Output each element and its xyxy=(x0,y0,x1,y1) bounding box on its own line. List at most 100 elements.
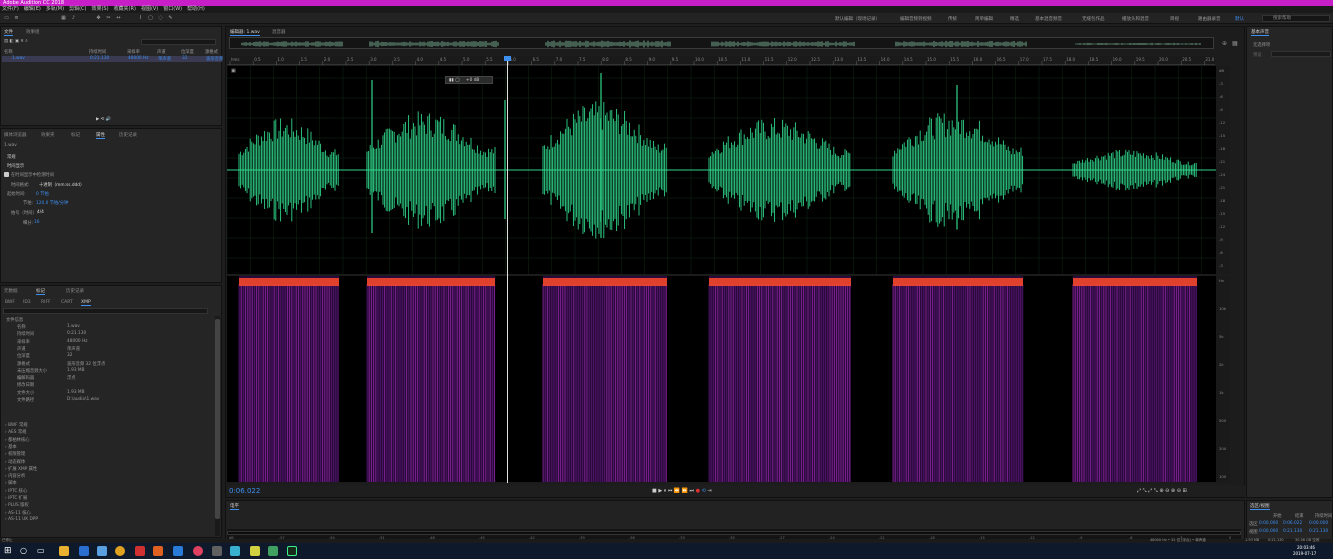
tempo-value[interactable]: 120.0 节拍/分钟 xyxy=(36,200,68,206)
metadata-group[interactable]: › IPTC 核心 xyxy=(5,488,27,494)
menu-effects[interactable]: 效果(S) xyxy=(91,6,108,13)
workspace-active[interactable]: 默认 xyxy=(1235,16,1244,22)
marquee-icon[interactable]: ▢ xyxy=(147,15,154,21)
sig-select[interactable]: 4/4 xyxy=(37,210,44,215)
search-icon[interactable]: ○ xyxy=(20,546,30,556)
subtab-riff[interactable]: RIFF xyxy=(41,300,51,305)
vscode-icon[interactable] xyxy=(173,546,183,556)
subtab-xmp[interactable]: XMP xyxy=(81,300,91,306)
windows-start-icon[interactable]: ⊞ xyxy=(4,546,14,556)
col-channels[interactable]: 声道 xyxy=(157,49,166,55)
metadata-group[interactable]: › 脚本 xyxy=(5,480,17,486)
app-icon[interactable] xyxy=(79,546,89,556)
tab-meta-history[interactable]: 历史记录 xyxy=(66,288,84,294)
menu-window[interactable]: 窗口(W) xyxy=(163,6,182,13)
time-select-icon[interactable]: I xyxy=(137,15,144,21)
properties-subsection[interactable]: 时间显示 xyxy=(7,163,24,169)
subtab-bwf[interactable]: BWF xyxy=(5,300,15,305)
tab-effects-rack[interactable]: 效果夹 xyxy=(41,132,55,138)
menu-edit[interactable]: 编辑(E) xyxy=(24,6,41,13)
zoom-controls[interactable]: ⤢ ⤡ ⤢ ⤡ ⊕ ⊖ ⊕ ⊖ ⊞ xyxy=(1137,488,1187,494)
tab-properties[interactable]: 属性 xyxy=(96,132,105,139)
tab-levels[interactable]: 电平 xyxy=(230,503,239,510)
metadata-field-value[interactable]: D:\audio\1.wav xyxy=(67,397,99,402)
tab-mixer[interactable]: 混音器 xyxy=(272,29,286,35)
tab-files[interactable]: 文件 xyxy=(4,29,13,36)
menu-multitrack[interactable]: 多轨(M) xyxy=(46,6,64,13)
workspace-item[interactable]: 简单编辑 xyxy=(975,16,993,22)
time-ruler[interactable]: hms 0.5 1.0 1.5 2.0 2.5 3.0 3.5 4.0 4.5 5.0 5.5 6.0 6… xyxy=(227,56,1215,65)
workspace-item[interactable]: 目视 xyxy=(1170,16,1179,22)
playhead-handle[interactable] xyxy=(504,56,511,61)
menu-help[interactable]: 帮助(H) xyxy=(187,6,205,13)
col-rate[interactable]: 采样率 xyxy=(127,49,140,55)
properties-section[interactable]: 常规 xyxy=(7,154,16,160)
app-icon[interactable] xyxy=(153,546,163,556)
subtab-id3[interactable]: ID3 xyxy=(23,300,31,305)
timecode-display[interactable]: 0:06.022 xyxy=(229,487,260,495)
files-toolbar-icons[interactable]: ▤ ◧ ▣ ✕ ⌕ xyxy=(4,39,28,44)
clock-date[interactable]: 2019-07-17 xyxy=(1293,551,1316,556)
explorer-icon[interactable] xyxy=(59,546,69,556)
tab-history[interactable]: 历史记录 xyxy=(119,132,137,138)
preview-transport-icons[interactable]: ▶ ⟲ 🔊 xyxy=(96,117,111,122)
metadata-group[interactable]: › 动态媒体 xyxy=(5,459,25,465)
tab-essential-sound[interactable]: 基本声音 xyxy=(1251,29,1269,36)
menu-clip[interactable]: 剪辑(C) xyxy=(69,6,86,13)
metadata-group[interactable]: › PLUS 版权 xyxy=(5,502,29,508)
app-icon[interactable] xyxy=(230,546,240,556)
spectral-display[interactable] xyxy=(227,276,1216,482)
workspace-item[interactable]: 默认编辑（现场记录） xyxy=(835,16,880,22)
sel-duration[interactable]: 0:00.000 xyxy=(1309,521,1328,526)
metadata-group[interactable]: › 都柏林核心 xyxy=(5,437,30,443)
metadata-group[interactable]: › 权限管理 xyxy=(5,451,25,457)
spectral-icon[interactable]: ▦ xyxy=(60,15,67,21)
beat-value[interactable]: 0 节拍 xyxy=(36,191,49,197)
move-tool-icon[interactable]: ✥ xyxy=(95,15,102,21)
metadata-heading[interactable]: 文件信息 xyxy=(6,317,23,323)
metadata-field-value[interactable]: 1.93 MB xyxy=(67,390,85,395)
app-icon[interactable] xyxy=(250,546,260,556)
preset-select[interactable] xyxy=(1271,51,1331,57)
lasso-icon[interactable]: ◌ xyxy=(157,15,164,21)
sel-start[interactable]: 0:00.000 xyxy=(1259,521,1278,526)
view-start[interactable]: 0:00.000 xyxy=(1259,529,1278,534)
col-name[interactable]: 名称 xyxy=(4,49,13,55)
waveform-icon[interactable]: ▭ xyxy=(3,15,10,21)
workspace-item[interactable]: 无缝包作品 xyxy=(1082,16,1105,22)
workspace-item[interactable]: 传统 xyxy=(948,16,957,22)
tab-media-browser[interactable]: 媒体浏览器 xyxy=(4,132,27,138)
razor-tool-icon[interactable]: ✂ xyxy=(105,15,112,21)
pitch-icon[interactable]: ♪ xyxy=(70,15,77,21)
metadata-group[interactable]: › AS-11 核心 xyxy=(5,510,31,516)
grid-icon[interactable]: ▦ xyxy=(1232,40,1238,47)
app-icon[interactable] xyxy=(193,546,203,556)
audition-icon[interactable] xyxy=(287,546,297,556)
tab-basic[interactable]: 元数据 xyxy=(4,288,18,294)
db-scale[interactable]: dB -3 -6 -9 -12 -15 -18 -21 -24 -21 -18 -15 -12 -9 -6 -… xyxy=(1216,66,1230,274)
transport-controls[interactable]: ■ ▶ ⏸ ⏮ ⏪ ⏩ ⏭ ● ⟲ ⇥ xyxy=(652,488,712,494)
view-end[interactable]: 0:21.130 xyxy=(1283,529,1302,534)
view-duration[interactable]: 0:21.130 xyxy=(1309,529,1328,534)
hud-volume[interactable]: ▮▮ ◯ +0 dB xyxy=(445,76,493,84)
workspace-item[interactable]: 编辑音频到视频 xyxy=(900,16,932,22)
metadata-group[interactable]: › AES 常规 xyxy=(5,429,26,435)
workspace-item[interactable]: 路由器录音 xyxy=(1198,16,1221,22)
files-search-input[interactable] xyxy=(141,39,216,45)
sub-value[interactable]: 16 xyxy=(34,220,39,225)
col-duration[interactable]: 持续时间 xyxy=(89,49,106,55)
multitrack-icon[interactable]: ≡ xyxy=(13,15,20,21)
metadata-field-value[interactable]: 波形音频 32 位浮点 xyxy=(67,361,105,367)
tab-metadata[interactable]: 标记 xyxy=(36,288,45,295)
chrome-icon[interactable] xyxy=(115,546,125,556)
menu-file[interactable]: 文件(F) xyxy=(2,6,19,13)
tab-markers[interactable]: 标记 xyxy=(71,132,80,138)
metadata-group[interactable]: › BWF 常规 xyxy=(5,422,28,428)
metadata-group[interactable]: › 基本 xyxy=(5,444,17,450)
app-icon[interactable] xyxy=(212,546,222,556)
zoom-icon[interactable]: ⊕ xyxy=(1222,40,1227,47)
metadata-group[interactable]: › 扩展 XMP 属性 xyxy=(5,466,37,472)
tab-selection-view[interactable]: 选区/视图 xyxy=(1250,503,1270,510)
slip-tool-icon[interactable]: ↔ xyxy=(115,15,122,21)
tab-editor[interactable]: 编辑器: 1.wav xyxy=(230,29,260,36)
